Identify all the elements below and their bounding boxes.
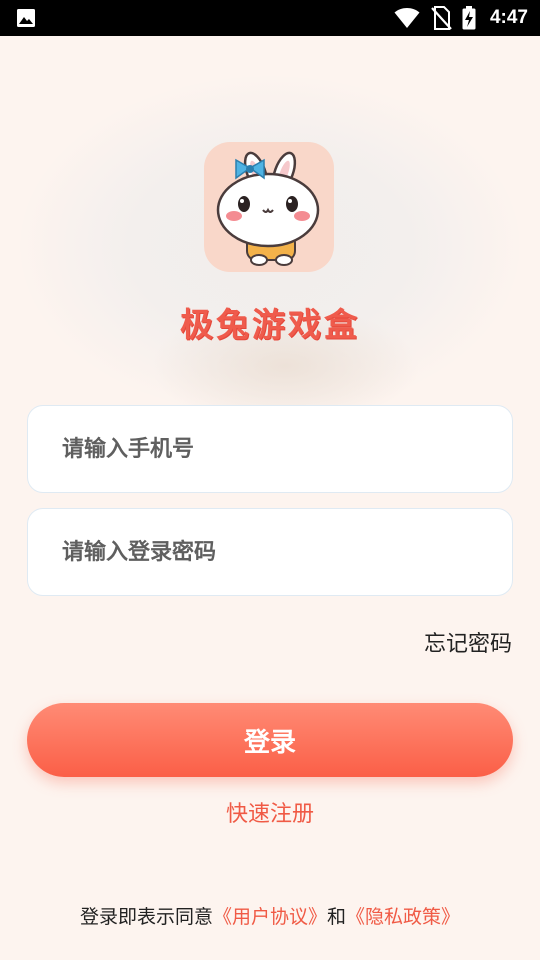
app-logo [204, 142, 334, 272]
no-sim-icon [431, 6, 452, 30]
user-agreement-link[interactable]: 《用户协议》 [213, 906, 327, 928]
agreement-conjunction: 和 [327, 906, 347, 928]
wifi-icon [394, 8, 420, 28]
password-field[interactable] [27, 508, 513, 596]
forgot-password-link[interactable]: 忘记密码 [424, 626, 512, 658]
privacy-policy-link[interactable]: 《隐私政策》 [346, 906, 460, 928]
agreement-text: 登录即表示同意《用户协议》和《隐私政策》 [0, 902, 540, 929]
status-time: 4:47 [489, 7, 528, 28]
bunny-mascot-icon [216, 151, 320, 266]
quick-register-link[interactable]: 快速注册 [0, 796, 540, 828]
app-name: 极兔游戏盒 [180, 305, 360, 344]
status-bar: 4:47 [0, 0, 540, 36]
phone-field[interactable] [27, 405, 513, 493]
agreement-prefix: 登录即表示同意 [79, 906, 213, 928]
battery-charging-icon [462, 6, 476, 30]
phone-input[interactable] [60, 435, 484, 463]
gallery-icon [17, 9, 35, 27]
password-input[interactable] [60, 538, 484, 566]
login-button[interactable]: 登录 [27, 703, 513, 777]
